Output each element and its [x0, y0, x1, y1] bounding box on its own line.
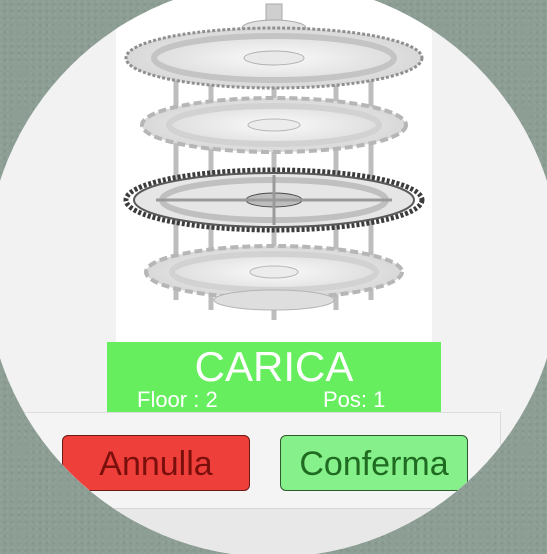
cancel-button[interactable]: Annulla — [62, 435, 250, 491]
gear-stack-illustration — [123, 3, 425, 320]
display-content: CARICA Floor : 2 Pos: 1 Annulla Conferma — [0, 0, 547, 554]
round-display: CARICA Floor : 2 Pos: 1 Annulla Conferma — [0, 0, 547, 554]
bottom-bar — [0, 508, 500, 554]
confirm-button[interactable]: Conferma — [280, 435, 468, 491]
carousel-render-image — [116, 0, 432, 342]
position-indicator: Pos: 1 — [323, 387, 386, 412]
status-banner: CARICA Floor : 2 Pos: 1 — [107, 342, 441, 412]
operation-title: CARICA — [194, 343, 354, 390]
floor-indicator: Floor : 2 — [137, 387, 218, 412]
